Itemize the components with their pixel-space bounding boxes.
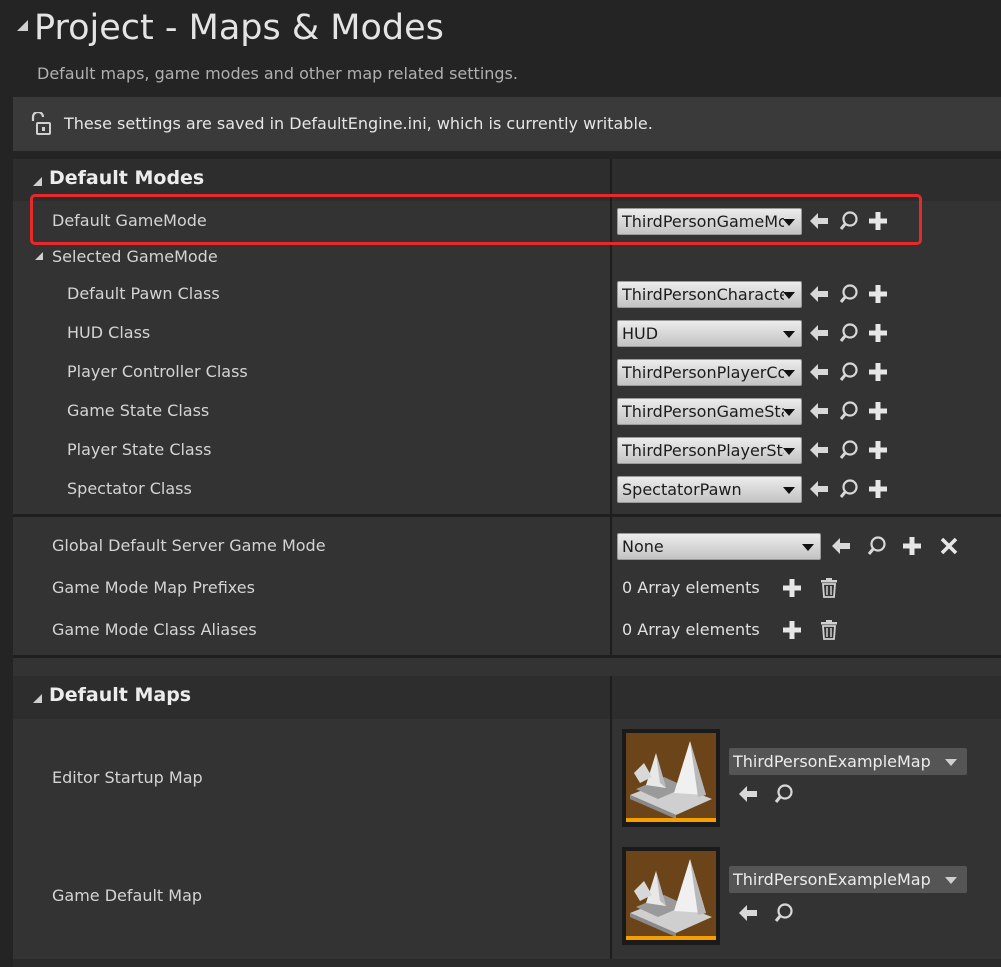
arrow-left-icon[interactable] [808, 400, 830, 422]
config-notice-text: These settings are saved in DefaultEngin… [64, 114, 653, 133]
player-state-class-label: Player State Class [67, 440, 212, 459]
search-icon[interactable] [773, 783, 795, 805]
chevron-down-icon [783, 370, 795, 377]
search-icon[interactable] [838, 478, 860, 500]
game-default-map-combo[interactable]: ThirdPersonExampleMap [729, 866, 967, 893]
chevron-down-icon [783, 409, 795, 416]
player-state-class-combo[interactable]: ThirdPersonPlayerState [617, 437, 802, 464]
highlight-box [30, 194, 922, 245]
plus-icon[interactable] [781, 619, 803, 641]
hud-class-label: HUD Class [67, 323, 151, 342]
plus-icon[interactable] [901, 535, 923, 557]
chevron-down-icon [945, 759, 957, 766]
section-title: Default Modes [49, 167, 205, 189]
global-server-gamemode-combo[interactable]: None [617, 533, 821, 560]
combo-value: ThirdPersonExampleMap [733, 870, 931, 889]
game-state-class-combo[interactable]: ThirdPersonGameState [617, 398, 802, 425]
arrow-left-icon[interactable] [808, 322, 830, 344]
chevron-down-icon [802, 544, 814, 551]
trash-icon[interactable] [818, 577, 840, 599]
map-prefixes-count: 0 Array elements [622, 578, 760, 597]
game-default-map-label: Game Default Map [52, 886, 203, 905]
arrow-left-icon[interactable] [808, 478, 830, 500]
chevron-down-icon [783, 292, 795, 299]
arrow-left-icon[interactable] [808, 283, 830, 305]
section-divider [13, 959, 1001, 967]
asset-type-bar [626, 818, 716, 822]
section-title: Default Maps [49, 684, 192, 706]
lock-icon [30, 110, 52, 136]
arrow-left-icon[interactable] [808, 361, 830, 383]
combo-value: ThirdPersonPlayerController [622, 363, 784, 382]
player-controller-class-combo[interactable]: ThirdPersonPlayerController [617, 359, 802, 386]
combo-value: ThirdPersonGameState [622, 402, 784, 421]
column-divider[interactable] [610, 517, 612, 655]
class-aliases-label: Game Mode Class Aliases [52, 620, 257, 639]
plus-icon[interactable] [867, 400, 889, 422]
column-divider[interactable] [610, 676, 612, 959]
arrow-left-icon[interactable] [737, 902, 759, 924]
default-pawn-class-label: Default Pawn Class [67, 284, 220, 303]
search-icon[interactable] [838, 322, 860, 344]
combo-value: ThirdPersonPlayerState [622, 441, 784, 460]
collapse-triangle-icon[interactable] [35, 252, 43, 260]
search-icon[interactable] [838, 439, 860, 461]
global-server-gamemode-label: Global Default Server Game Mode [52, 536, 326, 555]
arrow-left-icon[interactable] [830, 535, 852, 557]
section-spacer [13, 658, 1001, 676]
game-state-class-label: Game State Class [67, 401, 210, 420]
editor-startup-map-combo[interactable]: ThirdPersonExampleMap [729, 748, 967, 775]
collapse-triangle-icon[interactable] [33, 694, 42, 703]
combo-value: SpectatorPawn [622, 480, 742, 499]
player-controller-class-label: Player Controller Class [67, 362, 248, 381]
collapse-triangle-icon[interactable] [33, 177, 42, 186]
map-preview-image [626, 851, 716, 937]
combo-value: ThirdPersonExampleMap [733, 752, 931, 771]
trash-icon[interactable] [818, 619, 840, 641]
map-preview-image [626, 733, 716, 819]
chevron-down-icon [783, 448, 795, 455]
plus-icon[interactable] [867, 361, 889, 383]
map-thumbnail[interactable] [622, 729, 720, 827]
search-icon[interactable] [773, 902, 795, 924]
map-thumbnail[interactable] [622, 847, 720, 945]
combo-value: None [622, 537, 664, 556]
close-icon[interactable] [938, 535, 960, 557]
chevron-down-icon [783, 487, 795, 494]
asset-type-bar [626, 936, 716, 940]
editor-startup-map-label: Editor Startup Map [52, 768, 203, 787]
spectator-class-label: Spectator Class [67, 479, 192, 498]
chevron-down-icon [783, 331, 795, 338]
plus-icon[interactable] [867, 322, 889, 344]
search-icon[interactable] [838, 400, 860, 422]
plus-icon[interactable] [867, 283, 889, 305]
page-subtitle: Default maps, game modes and other map r… [37, 64, 518, 83]
map-prefixes-label: Game Mode Map Prefixes [52, 578, 255, 597]
spectator-class-combo[interactable]: SpectatorPawn [617, 476, 802, 503]
search-icon[interactable] [838, 283, 860, 305]
search-icon[interactable] [866, 535, 888, 557]
default-pawn-class-combo[interactable]: ThirdPersonCharacter [617, 281, 802, 308]
class-aliases-count: 0 Array elements [622, 620, 760, 639]
plus-icon[interactable] [781, 577, 803, 599]
plus-icon[interactable] [867, 478, 889, 500]
selected-gamemode-label: Selected GameMode [52, 247, 218, 266]
search-icon[interactable] [838, 361, 860, 383]
arrow-left-icon[interactable] [808, 439, 830, 461]
arrow-left-icon[interactable] [737, 783, 759, 805]
combo-value: HUD [622, 324, 659, 343]
collapse-triangle-icon[interactable] [17, 20, 28, 31]
combo-value: ThirdPersonCharacter [622, 285, 784, 304]
chevron-down-icon [945, 877, 957, 884]
hud-class-combo[interactable]: HUD [617, 320, 802, 347]
plus-icon[interactable] [867, 439, 889, 461]
page-title: Project - Maps & Modes [34, 8, 444, 48]
